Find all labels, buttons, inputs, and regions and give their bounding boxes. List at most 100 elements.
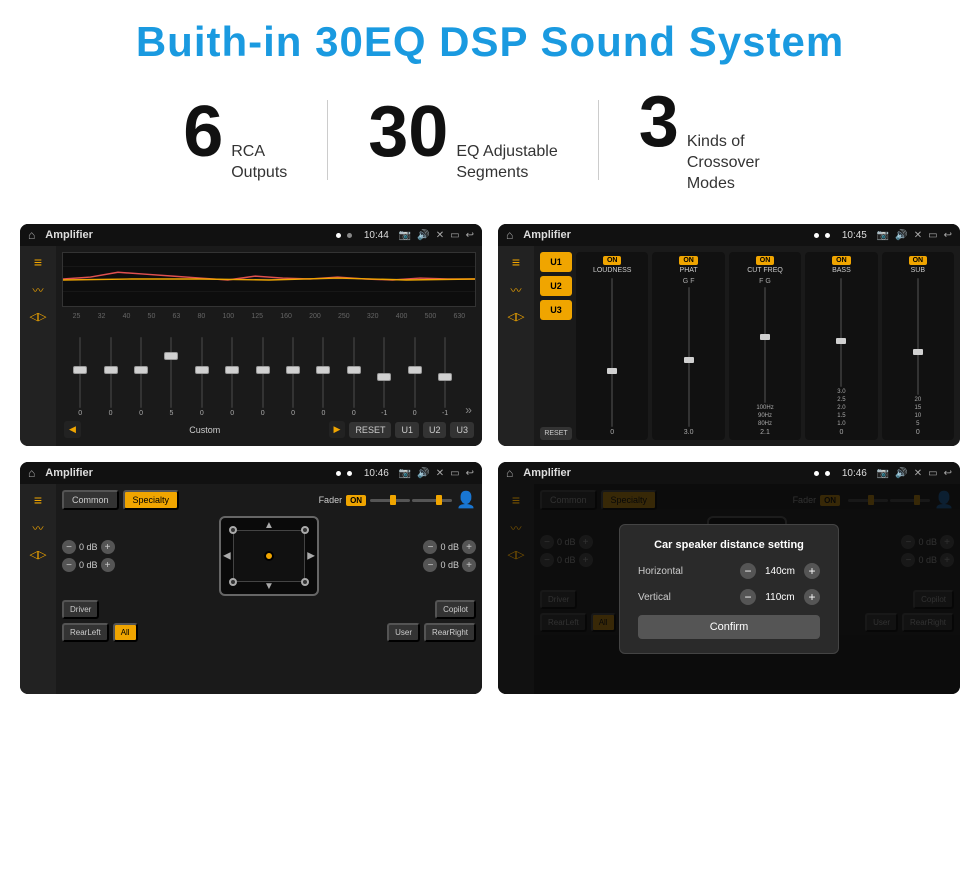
rearright-btn-3[interactable]: RearRight bbox=[424, 623, 476, 642]
u2-channel-btn[interactable]: U2 bbox=[540, 276, 572, 296]
horizontal-minus-btn[interactable]: − bbox=[740, 563, 756, 579]
equalizer-icon[interactable]: ≡ bbox=[34, 254, 42, 270]
home-icon-1[interactable]: ⌂ bbox=[28, 228, 35, 242]
bass-slider[interactable]: 3.0 2.5 2.0 1.5 1.0 0 bbox=[837, 278, 845, 436]
dialog-screen: ⌂ Amplifier 10:46 📷 🔊 ✕ ▭ ↩ ≡ 〰 ◁▷ Commo… bbox=[498, 462, 960, 694]
common-tab-3[interactable]: Common bbox=[62, 490, 119, 510]
cutfreq-toggle[interactable]: ON bbox=[756, 256, 775, 265]
dialog-title: Car speaker distance setting bbox=[638, 539, 820, 551]
wave-icon-2[interactable]: 〰 bbox=[511, 282, 522, 298]
u3-channel-btn[interactable]: U3 bbox=[540, 300, 572, 320]
user-btn-3[interactable]: User bbox=[387, 623, 420, 642]
profile-icon-3[interactable]: 👤 bbox=[456, 490, 476, 510]
speaker-icon-2[interactable]: ◁▷ bbox=[508, 310, 525, 323]
eq-slider-4[interactable]: 5 bbox=[157, 337, 185, 417]
eq-side-icons: ≡ 〰 ◁▷ bbox=[20, 246, 56, 446]
vertical-plus-btn[interactable]: + bbox=[804, 589, 820, 605]
wave-icon-3[interactable]: 〰 bbox=[33, 520, 44, 536]
eq-next-btn[interactable]: ▶ bbox=[329, 421, 346, 438]
crossover-reset-btn[interactable]: RESET bbox=[540, 427, 572, 440]
eq-slider-3[interactable]: 0 bbox=[127, 337, 155, 417]
left-bot-plus[interactable]: + bbox=[101, 558, 115, 572]
more-arrows[interactable]: » bbox=[465, 403, 472, 417]
crossover-panels-row: ON LOUDNESS 0 ON PHAT G F bbox=[576, 252, 954, 440]
loudness-toggle[interactable]: ON bbox=[603, 256, 622, 265]
freq-250: 250 bbox=[338, 313, 350, 320]
cutfreq-slider[interactable]: 100Hz 90Hz 80Hz 2.1 bbox=[756, 287, 773, 436]
wave-icon[interactable]: 〰 bbox=[33, 282, 44, 298]
screen-title-2: Amplifier bbox=[519, 229, 808, 241]
back-icon-4[interactable]: ↩ bbox=[944, 468, 952, 479]
copilot-btn-3[interactable]: Copilot bbox=[435, 600, 476, 619]
eq-icon-2[interactable]: ≡ bbox=[512, 254, 520, 270]
back-icon-2[interactable]: ↩ bbox=[944, 230, 952, 241]
loudness-slider[interactable]: 0 bbox=[610, 278, 614, 436]
back-icon-3[interactable]: ↩ bbox=[466, 468, 474, 479]
freq-100: 100 bbox=[223, 313, 235, 320]
all-btn-3[interactable]: All bbox=[113, 623, 138, 642]
fader-toggle[interactable]: ON bbox=[346, 495, 366, 506]
eq-u2-btn[interactable]: U2 bbox=[423, 422, 447, 438]
eq-content: ≡ 〰 ◁▷ bbox=[20, 246, 482, 446]
right-bot-minus[interactable]: − bbox=[423, 558, 437, 572]
stat-number-rca: 6 bbox=[183, 96, 223, 168]
sub-slider[interactable]: 20 15 10 5 0 bbox=[914, 278, 921, 436]
stats-row: 6 RCAOutputs 30 EQ AdjustableSegments 3 … bbox=[0, 76, 980, 214]
arrow-down-icon: ▼ bbox=[264, 581, 274, 592]
eq-icon-3[interactable]: ≡ bbox=[34, 492, 42, 508]
horizontal-plus-btn[interactable]: + bbox=[804, 563, 820, 579]
battery-icon-4: ▭ bbox=[928, 468, 937, 479]
rearleft-btn-3[interactable]: RearLeft bbox=[62, 623, 109, 642]
phat-title: PHAT bbox=[680, 267, 698, 274]
eq-slider-12[interactable]: 0 bbox=[400, 337, 428, 417]
home-icon-4[interactable]: ⌂ bbox=[506, 466, 513, 480]
back-icon-1[interactable]: ↩ bbox=[466, 230, 474, 241]
eq-slider-7[interactable]: 0 bbox=[248, 337, 276, 417]
eq-slider-11[interactable]: -1 bbox=[370, 337, 398, 417]
close-icon-1: ✕ bbox=[436, 230, 444, 241]
right-top-minus[interactable]: − bbox=[423, 540, 437, 554]
eq-u1-btn[interactable]: U1 bbox=[395, 422, 419, 438]
eq-slider-5[interactable]: 0 bbox=[188, 337, 216, 417]
eq-reset-btn[interactable]: RESET bbox=[349, 422, 391, 438]
home-icon-2[interactable]: ⌂ bbox=[506, 228, 513, 242]
right-top-plus[interactable]: + bbox=[462, 540, 476, 554]
bottom-btns-row2: RearLeft All User RearRight bbox=[62, 623, 476, 642]
speaker-icon[interactable]: ◁▷ bbox=[30, 310, 47, 323]
confirm-button[interactable]: Confirm bbox=[638, 615, 820, 639]
bass-panel: ON BASS 3.0 2.5 2.0 1.5 1.0 0 bbox=[805, 252, 877, 440]
fader-slider-h[interactable] bbox=[370, 499, 452, 502]
eq-slider-13[interactable]: -1 bbox=[431, 337, 459, 417]
eq-slider-8[interactable]: 0 bbox=[279, 337, 307, 417]
driver-btn-3[interactable]: Driver bbox=[62, 600, 99, 619]
phat-slider[interactable]: 3.0 bbox=[684, 287, 694, 436]
right-bot-plus[interactable]: + bbox=[462, 558, 476, 572]
left-top-plus[interactable]: + bbox=[101, 540, 115, 554]
eq-slider-10[interactable]: 0 bbox=[340, 337, 368, 417]
horizontal-row: Horizontal − 140cm + bbox=[638, 563, 820, 579]
arrow-left-icon: ◀ bbox=[223, 551, 231, 562]
bass-toggle[interactable]: ON bbox=[832, 256, 851, 265]
phat-toggle[interactable]: ON bbox=[679, 256, 698, 265]
freq-200: 200 bbox=[309, 313, 321, 320]
home-icon-3[interactable]: ⌂ bbox=[28, 466, 35, 480]
specialty-tab-3[interactable]: Specialty bbox=[123, 490, 180, 510]
eq-u3-btn[interactable]: U3 bbox=[450, 422, 474, 438]
speaker-icon-3[interactable]: ◁▷ bbox=[30, 548, 47, 561]
eq-slider-2[interactable]: 0 bbox=[96, 337, 124, 417]
eq-slider-1[interactable]: 0 bbox=[66, 337, 94, 417]
vertical-minus-btn[interactable]: − bbox=[740, 589, 756, 605]
eq-preset-label: Custom bbox=[85, 425, 325, 435]
eq-prev-btn[interactable]: ◀ bbox=[64, 421, 81, 438]
left-top-minus[interactable]: − bbox=[62, 540, 76, 554]
u1-channel-btn[interactable]: U1 bbox=[540, 252, 572, 272]
left-bot-db: 0 dB bbox=[79, 560, 98, 570]
right-controls: − 0 dB + − 0 dB + bbox=[333, 540, 476, 572]
left-bot-minus[interactable]: − bbox=[62, 558, 76, 572]
right-top-db: 0 dB bbox=[440, 542, 459, 552]
eq-slider-6[interactable]: 0 bbox=[218, 337, 246, 417]
sub-toggle[interactable]: ON bbox=[909, 256, 928, 265]
stat-eq: 30 EQ AdjustableSegments bbox=[328, 96, 598, 184]
status-dot-4 bbox=[825, 233, 830, 238]
eq-slider-9[interactable]: 0 bbox=[309, 337, 337, 417]
